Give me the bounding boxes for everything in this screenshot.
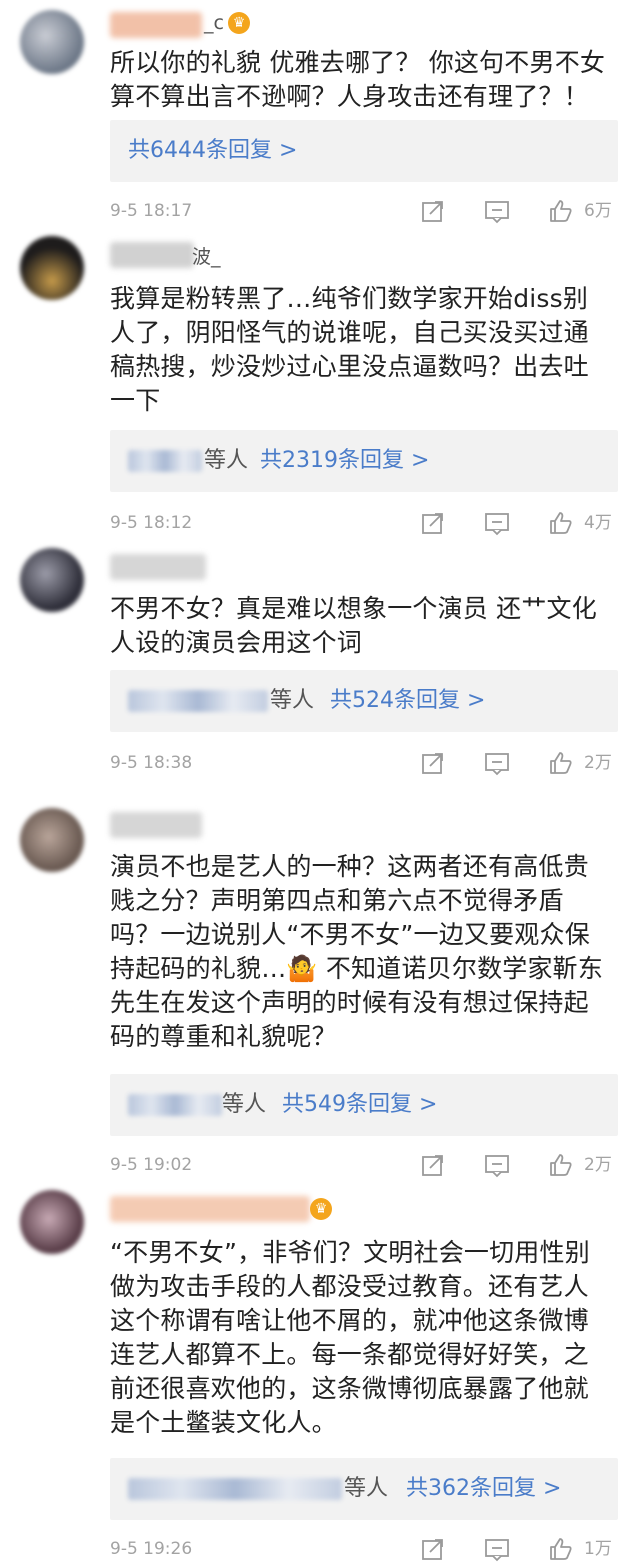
avatar[interactable] xyxy=(20,1190,84,1254)
timestamp: 9-5 18:17 xyxy=(110,201,193,221)
timestamp: 9-5 18:38 xyxy=(110,753,193,773)
comment-text: 我算是粉转黑了…纯爷们数学家开始diss别人了，阴阳怪气的说谁呢，自己买没买过通… xyxy=(110,284,589,415)
reply-prefix: 等人 xyxy=(270,688,315,713)
timestamp: 9-5 19:02 xyxy=(110,1155,193,1175)
comment-meta: 9-5 19:02 2万 xyxy=(0,1150,640,1180)
crown-icon: ♛ xyxy=(310,1198,332,1220)
username-blurred[interactable] xyxy=(110,242,194,268)
comment-icon[interactable] xyxy=(484,750,510,776)
comment-meta: 9-5 18:17 6万 xyxy=(0,196,640,226)
reply-summary[interactable]: 等人 共362条回复 > xyxy=(110,1458,618,1520)
avatar[interactable] xyxy=(20,548,84,612)
reply-usernames-blurred xyxy=(128,450,202,472)
like-icon[interactable] xyxy=(548,510,574,536)
like-count: 2万 xyxy=(584,753,612,773)
like-icon[interactable] xyxy=(548,750,574,776)
reply-summary[interactable]: 等人 共2319条回复 > xyxy=(110,430,618,492)
reply-summary[interactable]: 等人 共524条回复 > xyxy=(110,670,618,732)
like-icon[interactable] xyxy=(548,1152,574,1178)
share-icon[interactable] xyxy=(420,750,446,776)
reply-prefix: 等人 xyxy=(222,1092,267,1117)
like-icon[interactable] xyxy=(548,198,574,224)
reply-prefix: 等人 xyxy=(344,1476,389,1501)
comment-icon[interactable] xyxy=(484,198,510,224)
reply-usernames-blurred xyxy=(128,690,268,712)
reply-usernames-blurred xyxy=(128,1094,222,1116)
like-count: 6万 xyxy=(584,201,612,221)
reply-count[interactable]: 共524条回复 > xyxy=(330,670,485,732)
timestamp: 9-5 18:12 xyxy=(110,513,193,533)
comment-meta: 9-5 18:12 4万 xyxy=(0,508,640,538)
reply-count[interactable]: 共2319条回复 > xyxy=(260,430,429,492)
reply-count[interactable]: 共362条回复 > xyxy=(406,1458,561,1520)
comment-text: 演员不也是艺人的一种？这两者还有高低贵贱之分？声明第四点和第六点不觉得矛盾吗？一… xyxy=(110,852,604,1051)
like-icon[interactable] xyxy=(548,1536,574,1562)
reply-count[interactable]: 共6444条回复 > xyxy=(128,120,297,182)
comment-text: “不男不女”，非爷们？文明社会一切用性别做为攻击手段的人都没受过教育。还有艺人这… xyxy=(110,1238,590,1437)
comment-text: 所以你的礼貌 优雅去哪了？ 你这句不男不女算不算出言不逊啊？人身攻击还有理了？！ xyxy=(110,48,606,111)
like-count: 1万 xyxy=(584,1539,612,1559)
share-icon[interactable] xyxy=(420,198,446,224)
reply-summary[interactable]: 共6444条回复 > xyxy=(110,120,618,182)
username-blurred[interactable] xyxy=(110,812,202,838)
comment-meta: 9-5 18:38 2万 xyxy=(0,748,640,778)
comment-icon[interactable] xyxy=(484,1536,510,1562)
comment-text: 不男不女？真是难以想象一个演员 还艹文化人设的演员会用这个词 xyxy=(110,594,597,657)
avatar[interactable] xyxy=(20,808,84,872)
reply-prefix: 等人 xyxy=(204,448,249,473)
avatar[interactable] xyxy=(20,236,84,300)
username-blurred[interactable] xyxy=(110,12,202,38)
share-icon[interactable] xyxy=(420,510,446,536)
comment-icon[interactable] xyxy=(484,510,510,536)
username-suffix: _c xyxy=(204,12,224,34)
reply-count[interactable]: 共549条回复 > xyxy=(282,1074,437,1136)
like-count: 4万 xyxy=(584,513,612,533)
like-count: 2万 xyxy=(584,1155,612,1175)
timestamp: 9-5 19:26 xyxy=(110,1539,193,1559)
reply-usernames-blurred xyxy=(128,1478,342,1500)
comment-icon[interactable] xyxy=(484,1152,510,1178)
share-icon[interactable] xyxy=(420,1536,446,1562)
avatar[interactable] xyxy=(20,10,84,74)
share-icon[interactable] xyxy=(420,1152,446,1178)
reply-summary[interactable]: 等人 共549条回复 > xyxy=(110,1074,618,1136)
username-suffix: 波_ xyxy=(192,246,221,268)
username-blurred[interactable] xyxy=(110,554,206,580)
crown-icon: ♛ xyxy=(228,12,250,34)
username-blurred[interactable] xyxy=(110,1196,310,1222)
comment-meta: 9-5 19:26 1万 xyxy=(0,1534,640,1564)
